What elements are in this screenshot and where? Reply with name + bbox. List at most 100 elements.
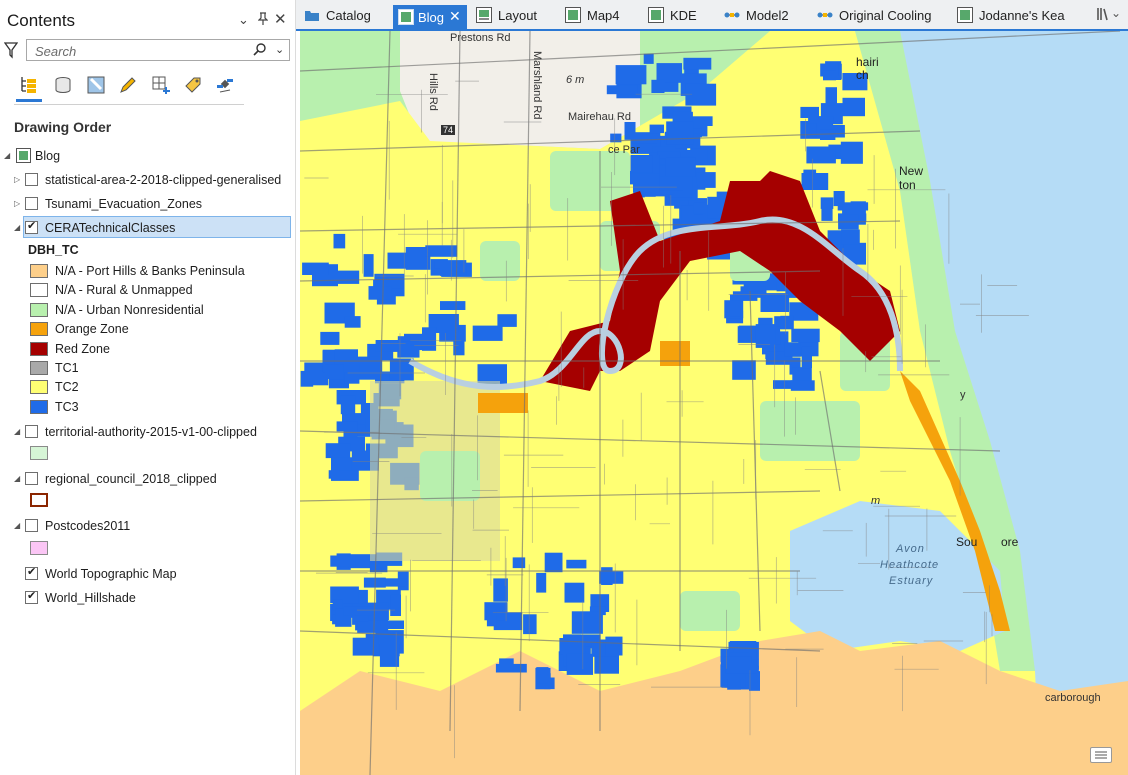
map-view[interactable]: Prestons Rd Marshland Rd Hills Rd Maireh… bbox=[300, 31, 1128, 775]
tab-catalog[interactable]: Catalog bbox=[304, 6, 384, 30]
tc3-block bbox=[344, 316, 361, 328]
layer-visibility-checkbox[interactable] bbox=[25, 219, 38, 234]
place-label: ore bbox=[1001, 535, 1019, 549]
tc3-block bbox=[536, 667, 549, 684]
legend-label: N/A - Port Hills & Banks Peninsula bbox=[55, 264, 245, 278]
layer-item-cera[interactable]: ◢ CERATechnicalClasses bbox=[14, 218, 292, 240]
layer-visibility-checkbox[interactable] bbox=[25, 519, 38, 532]
legend-label: TC2 bbox=[55, 380, 79, 394]
tc3-block bbox=[649, 124, 664, 134]
tc3-block bbox=[780, 315, 794, 330]
legend-swatch-tc3 bbox=[30, 400, 48, 414]
map-canvas[interactable] bbox=[300, 31, 1128, 775]
catalog-icon bbox=[304, 7, 320, 23]
layer-item-postcodes[interactable]: ◢ Postcodes2011 bbox=[14, 516, 292, 538]
tab-label: Layout bbox=[498, 8, 538, 23]
contents-title: Contents bbox=[7, 11, 76, 30]
tc3-block bbox=[544, 552, 563, 573]
legend-label: TC1 bbox=[55, 361, 79, 375]
close-tab-icon[interactable]: ✕ bbox=[449, 8, 461, 25]
expand-triangle-icon[interactable]: ◢ bbox=[14, 427, 20, 436]
layer-visibility-checkbox[interactable] bbox=[25, 565, 38, 580]
tc3-block bbox=[683, 57, 712, 70]
tc3-block bbox=[833, 191, 845, 207]
tc3-block bbox=[806, 146, 836, 164]
filter-icon[interactable] bbox=[3, 41, 19, 59]
expand-triangle-icon[interactable]: ◢ bbox=[14, 223, 20, 232]
tc3-block bbox=[749, 671, 760, 691]
legend-swatch-tc1 bbox=[30, 361, 48, 375]
layout-icon bbox=[476, 7, 492, 23]
library-icon bbox=[1096, 6, 1110, 25]
layer-item-tsunami[interactable]: ▷ Tsunami_Evacuation_Zones bbox=[14, 194, 292, 216]
contents-header: Contents ⌄ ✕ bbox=[0, 0, 296, 40]
layer-label: regional_council_2018_clipped bbox=[45, 472, 217, 486]
model-icon bbox=[724, 7, 740, 23]
layer-item-territorial-authority[interactable]: ◢ territorial-authority-2015-v1-00-clipp… bbox=[14, 422, 292, 444]
tab-original-cooling[interactable]: Original Cooling bbox=[817, 6, 942, 30]
search-box: ⌄ bbox=[26, 39, 290, 61]
tc3-block bbox=[791, 328, 820, 343]
list-by-snapping-icon[interactable] bbox=[148, 72, 174, 98]
collapsed-triangle-icon[interactable]: ▷ bbox=[14, 175, 20, 184]
list-by-data-source-icon[interactable] bbox=[50, 72, 76, 98]
tab-label: Catalog bbox=[326, 8, 371, 23]
layer-visibility-checkbox[interactable] bbox=[25, 197, 38, 210]
tab-jodannes-kea[interactable]: Jodanne's Kea bbox=[957, 6, 1069, 30]
tc3-block bbox=[633, 171, 660, 193]
expand-triangle-icon[interactable]: ◢ bbox=[4, 151, 10, 160]
layer-visibility-checkbox[interactable] bbox=[25, 589, 38, 604]
layer-label: Tsunami_Evacuation_Zones bbox=[45, 197, 203, 211]
tab-blog[interactable]: Blog ✕ bbox=[393, 5, 467, 31]
tc3-block bbox=[605, 636, 623, 656]
chevron-down-icon: ⌄ bbox=[1111, 6, 1122, 20]
tc3-block bbox=[665, 157, 696, 177]
map-icon bbox=[648, 7, 664, 23]
contents-toolbar bbox=[14, 70, 244, 105]
map-notes-icon[interactable] bbox=[1090, 747, 1112, 763]
list-by-editing-icon[interactable] bbox=[115, 72, 141, 98]
tab-map4[interactable]: Map4 bbox=[565, 6, 631, 30]
tc3-block bbox=[302, 262, 329, 275]
tc3-block bbox=[784, 342, 801, 357]
pin-icon[interactable] bbox=[257, 12, 269, 28]
layer-item-world-topographic[interactable]: World Topographic Map bbox=[14, 564, 292, 586]
search-input[interactable] bbox=[33, 42, 247, 60]
layer-visibility-checkbox[interactable] bbox=[25, 425, 38, 438]
layer-item-statistical-area[interactable]: ▷ statistical-area-2-2018-clipped-genera… bbox=[14, 170, 292, 192]
search-dropdown-icon[interactable]: ⌄ bbox=[275, 43, 284, 56]
map-item-blog[interactable]: ◢ Blog bbox=[4, 146, 284, 168]
tab-overflow-button[interactable]: ⌄ bbox=[1096, 6, 1122, 30]
tc3-block bbox=[842, 204, 854, 215]
list-by-perspective-imagery-icon[interactable] bbox=[212, 72, 238, 98]
tab-kde[interactable]: KDE bbox=[648, 6, 708, 30]
tc3-block bbox=[651, 79, 665, 93]
expand-triangle-icon[interactable]: ◢ bbox=[14, 474, 20, 483]
collapsed-triangle-icon[interactable]: ▷ bbox=[14, 199, 20, 208]
tab-model2[interactable]: Model2 bbox=[724, 6, 804, 30]
legend-field-name: DBH_TC bbox=[28, 243, 79, 257]
close-icon[interactable]: ✕ bbox=[274, 10, 287, 28]
list-by-labeling-icon[interactable] bbox=[180, 72, 206, 98]
layer-item-regional-council[interactable]: ◢ regional_council_2018_clipped bbox=[14, 469, 292, 491]
tab-layout[interactable]: Layout bbox=[476, 6, 548, 30]
map-icon bbox=[565, 7, 581, 23]
tc3-block bbox=[630, 155, 653, 173]
tc3-block bbox=[725, 663, 757, 674]
tc3-block bbox=[368, 286, 392, 300]
layer-visibility-checkbox[interactable] bbox=[25, 173, 38, 186]
tc3-block bbox=[440, 301, 466, 310]
tc3-block bbox=[842, 97, 865, 117]
layer-item-world-hillshade[interactable]: World_Hillshade bbox=[14, 588, 292, 610]
list-by-drawing-order-icon[interactable] bbox=[16, 72, 42, 102]
legend-swatch-port-hills bbox=[30, 264, 48, 278]
list-by-selection-icon[interactable] bbox=[83, 72, 109, 98]
park-area bbox=[680, 591, 740, 631]
tc3-block bbox=[497, 314, 517, 327]
contents-pane: Contents ⌄ ✕ ⌄ bbox=[0, 0, 296, 775]
chevron-down-icon[interactable]: ⌄ bbox=[238, 12, 249, 28]
tc3-block bbox=[606, 85, 638, 95]
layer-visibility-checkbox[interactable] bbox=[25, 472, 38, 485]
search-icon[interactable] bbox=[253, 42, 267, 59]
expand-triangle-icon[interactable]: ◢ bbox=[14, 521, 20, 530]
